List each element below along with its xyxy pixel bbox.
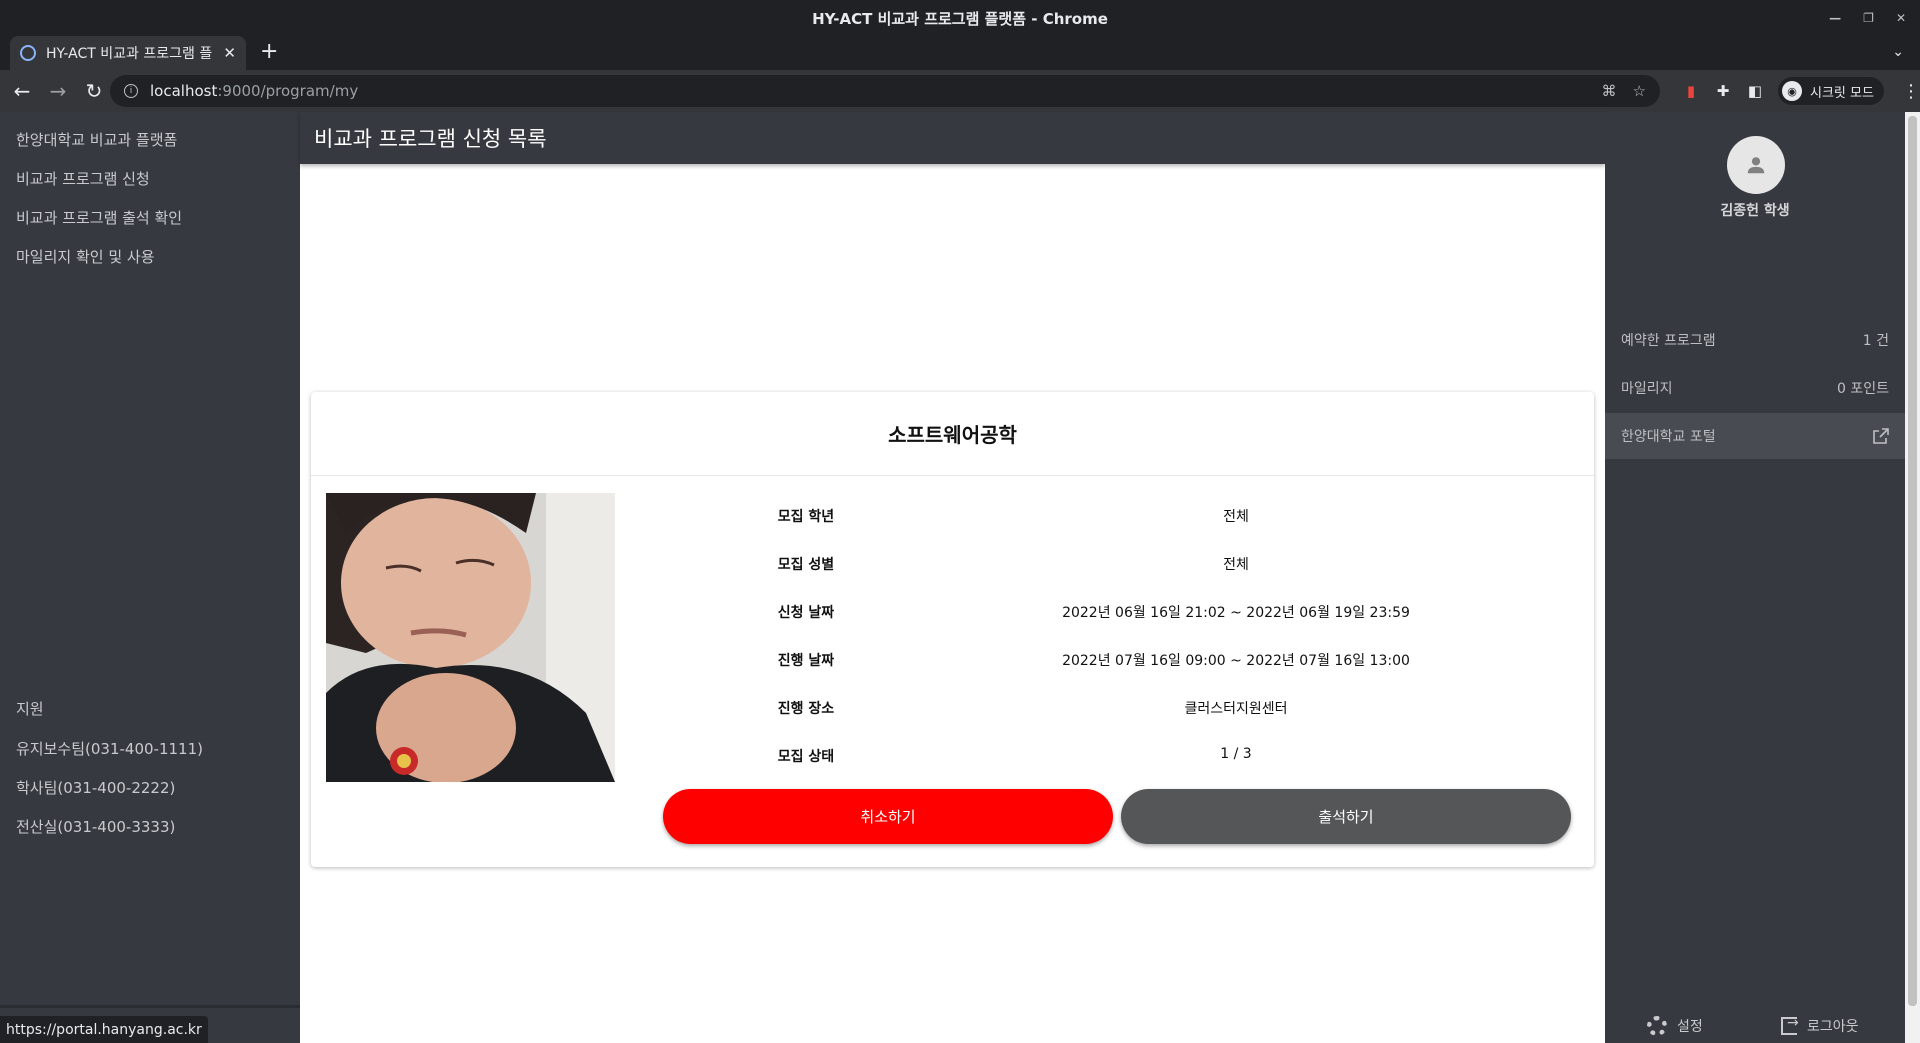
external-link-icon (1873, 428, 1889, 444)
incognito-icon: ◉ (1782, 81, 1802, 101)
window-title: HY-ACT 비교과 프로그램 플랫폼 - Chrome (812, 9, 1108, 28)
logout-button[interactable]: 로그아웃 (1781, 1015, 1859, 1036)
program-card: 소프트웨어공학 모집 학년 전체 모집 성별 전체 신청 날짜 2022년 06… (311, 392, 1594, 867)
page-viewport: 한양대학교 비교과 플랫폼 비교과 프로그램 신청 비교과 프로그램 출석 확인… (0, 112, 1920, 1043)
support-heading: 지원 (16, 700, 44, 718)
logout-icon (1781, 1015, 1799, 1035)
info-value: 2022년 06월 16일 21:02 ~ 2022년 06월 19일 23:5… (1062, 605, 1410, 621)
back-icon[interactable]: ← (8, 77, 36, 105)
row-label: 한양대학교 포털 (1621, 429, 1716, 445)
extension-icon[interactable]: ▮ (1682, 82, 1700, 100)
right-panel: 김종헌 학생 예약한 프로그램 1 건 마일리지 0 포인트 한양대학교 포털 … (1605, 112, 1905, 1043)
settings-label: 설정 (1677, 1019, 1703, 1035)
settings-button[interactable]: 설정 (1647, 1016, 1703, 1036)
window-controls: — ❐ ✕ (1829, 0, 1906, 36)
incognito-profile-button[interactable]: ◉ 시크릿 모드 (1778, 77, 1884, 105)
url-host: localhost (150, 82, 218, 100)
program-title: 소프트웨어공학 (311, 392, 1594, 476)
avatar[interactable] (1727, 136, 1785, 194)
tab-close-icon[interactable]: ✕ (223, 44, 236, 62)
left-sidebar: 한양대학교 비교과 플랫폼 비교과 프로그램 신청 비교과 프로그램 출석 확인… (0, 112, 300, 1043)
cancel-button[interactable]: 취소하기 (663, 789, 1113, 844)
reload-icon[interactable]: ↻ (80, 77, 108, 105)
close-window-icon[interactable]: ✕ (1896, 11, 1906, 25)
page-scrollbar[interactable] (1905, 112, 1920, 1043)
sidebar-item-home[interactable]: 한양대학교 비교과 플랫폼 (16, 129, 177, 150)
info-row-gender: 모집 성별 전체 (731, 554, 1581, 578)
info-value: 전체 (1223, 509, 1249, 525)
minimize-icon[interactable]: — (1829, 11, 1841, 25)
browser-toolbar: ← → ↻ i localhost :9000/program/my ⌘ ☆ ▮… (0, 70, 1920, 112)
program-photo-image (326, 493, 615, 782)
info-row-location: 진행 장소 클러스터지원센터 (731, 698, 1581, 722)
link-status-bubble: https://portal.hanyang.ac.kr (0, 1016, 208, 1043)
profile-label: 시크릿 모드 (1810, 85, 1874, 101)
info-label: 진행 장소 (777, 701, 835, 717)
page-title: 비교과 프로그램 신청 목록 (314, 127, 547, 151)
row-label: 마일리지 (1621, 381, 1673, 397)
user-name: 김종헌 학생 (1720, 203, 1790, 219)
info-label: 신청 날짜 (777, 605, 835, 621)
extensions-puzzle-icon[interactable]: ✚ (1714, 82, 1732, 100)
omnibox-actions: ⌘ ☆ (1602, 75, 1646, 107)
sidebar-item-attendance[interactable]: 비교과 프로그램 출석 확인 (16, 207, 182, 228)
person-icon (1747, 157, 1765, 174)
favicon-icon (20, 45, 36, 61)
row-value: 0 포인트 (1837, 381, 1889, 397)
address-bar[interactable]: i localhost :9000/program/my ⌘ ☆ (110, 75, 1660, 107)
restore-icon[interactable]: ❐ (1863, 11, 1874, 25)
info-value: 전체 (1223, 557, 1249, 573)
extension-area: ▮ ✚ ◧ ◉ 시크릿 모드 ⋮ (1682, 70, 1920, 112)
row-label: 예약한 프로그램 (1621, 333, 1716, 349)
reserved-programs-row: 예약한 프로그램 1 건 (1605, 317, 1905, 363)
program-photo (326, 493, 615, 782)
side-panel-icon[interactable]: ◧ (1746, 82, 1764, 100)
info-value: 클러스터지원센터 (1184, 701, 1288, 717)
window-titlebar: HY-ACT 비교과 프로그램 플랫폼 - Chrome — ❐ ✕ (0, 0, 1920, 36)
support-computing[interactable]: 전산실(031-400-3333) (16, 816, 175, 837)
chrome-menu-icon[interactable]: ⋮ (1902, 81, 1920, 102)
row-value: 1 건 (1862, 333, 1889, 349)
url-path: :9000/program/my (217, 82, 359, 100)
tab-title: HY-ACT 비교과 프로그램 플 (46, 46, 213, 62)
info-row-grade: 모집 학년 전체 (731, 506, 1581, 530)
attend-button[interactable]: 출석하기 (1121, 789, 1571, 844)
bookmark-star-icon[interactable]: ☆ (1633, 82, 1646, 100)
logout-label: 로그아웃 (1807, 1019, 1859, 1035)
info-label: 모집 상태 (777, 749, 835, 765)
app-bar: 비교과 프로그램 신청 목록 (300, 112, 1605, 164)
new-tab-icon[interactable]: + (260, 39, 278, 64)
site-info-icon[interactable]: i (124, 84, 138, 98)
sidebar-divider (0, 1005, 300, 1008)
translate-icon[interactable]: ⌘ (1602, 82, 1617, 100)
sidebar-item-mileage[interactable]: 마일리지 확인 및 사용 (16, 246, 155, 267)
portal-link[interactable]: 한양대학교 포털 (1605, 413, 1905, 459)
scrollbar-thumb[interactable] (1908, 116, 1917, 1006)
mileage-row: 마일리지 0 포인트 (1605, 365, 1905, 411)
sidebar-item-apply[interactable]: 비교과 프로그램 신청 (16, 168, 150, 189)
info-label: 모집 학년 (777, 509, 835, 525)
info-value: 1 / 3 (1220, 746, 1252, 762)
gear-icon (1647, 1016, 1667, 1036)
info-value: 2022년 07월 16일 09:00 ~ 2022년 07월 16일 13:0… (1062, 653, 1410, 669)
support-academic[interactable]: 학사팀(031-400-2222) (16, 777, 175, 798)
info-label: 모집 성별 (777, 557, 835, 573)
info-row-apply-date: 신청 날짜 2022년 06월 16일 21:02 ~ 2022년 06월 19… (731, 602, 1581, 626)
tab-search-icon[interactable]: ⌄ (1892, 44, 1904, 60)
forward-icon[interactable]: → (44, 77, 72, 105)
support-maintenance[interactable]: 유지보수팀(031-400-1111) (16, 738, 203, 759)
right-panel-footer: 설정 로그아웃 (1605, 1009, 1905, 1043)
tab-strip: HY-ACT 비교과 프로그램 플 ✕ + ⌄ (0, 36, 1920, 70)
info-row-status: 모집 상태 1 / 3 (731, 746, 1581, 770)
browser-tab[interactable]: HY-ACT 비교과 프로그램 플 ✕ (10, 36, 246, 70)
info-label: 진행 날짜 (777, 653, 835, 669)
info-row-run-date: 진행 날짜 2022년 07월 16일 09:00 ~ 2022년 07월 16… (731, 650, 1581, 674)
